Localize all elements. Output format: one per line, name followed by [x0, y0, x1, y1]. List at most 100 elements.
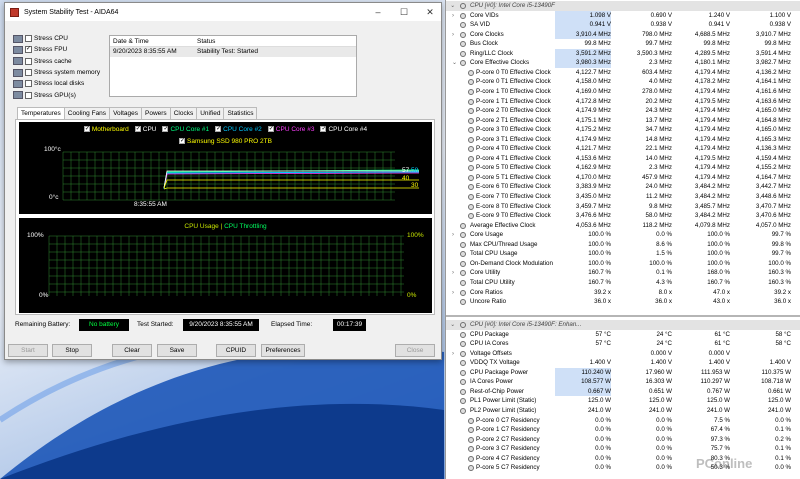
sensor-row[interactable]: Rest-of-Chip Power 0.667 W 0.651 W 0.767 W 0…: [446, 386, 800, 397]
sensor-row[interactable]: P-core 4 C7 Residency 0.0 % 0.0 % 80.3 % 0.1…: [446, 454, 800, 464]
sensor-row[interactable]: SA VID 0.941 V 0.938 V 0.941 V 0.938 V: [446, 20, 800, 30]
sensor-value-min: 0.000 V: [650, 349, 672, 357]
sensor-row[interactable]: P-core 2 T1 Effective Clock 4,175.1 MHz 13…: [446, 116, 800, 126]
sensor-row[interactable]: P-core 4 T0 Effective Clock 4,121.7 MHz 22…: [446, 144, 800, 154]
col-status-header[interactable]: Status: [194, 36, 215, 46]
stress-option[interactable]: Stress CPU: [13, 33, 100, 44]
sensor-row[interactable]: P-core 3 T0 Effective Clock 4,175.2 MHz 34…: [446, 125, 800, 135]
sensor-row[interactable]: P-core 3 T1 Effective Clock 4,174.9 MHz 14…: [446, 135, 800, 145]
tab-unified[interactable]: Unified: [196, 107, 225, 119]
sensor-row[interactable]: E-core 9 T0 Effective Clock 3,476.6 MHz 58…: [446, 211, 800, 221]
sensor-row[interactable]: E-core 7 T0 Effective Clock 3,435.0 MHz 11…: [446, 192, 800, 202]
minimize-icon[interactable]: –: [365, 3, 391, 21]
stress-option[interactable]: ✓ Stress FPU: [13, 44, 100, 55]
sensor-row[interactable]: On-Demand Clock Modulation 100.0 % 100.0 %…: [446, 259, 800, 269]
sensor-row[interactable]: › Core Clocks 3,910.4 MHz 798.0 MHz 4,688.5 …: [446, 29, 800, 40]
expand-toggle-icon[interactable]: ›: [452, 270, 454, 276]
collapse-toggle-icon[interactable]: ⌄: [450, 3, 455, 9]
stress-checkbox[interactable]: [25, 80, 32, 88]
sensor-row[interactable]: P-core 2 T0 Effective Clock 4,174.9 MHz 24…: [446, 106, 800, 116]
sensor-row[interactable]: P-core 3 C7 Residency 0.0 % 0.0 % 75.7 % 0.1…: [446, 444, 800, 454]
sensor-group-header[interactable]: ⌄ CPU [#0]: Intel Core i5-13490F: [446, 1, 800, 11]
tab-statistics[interactable]: Statistics: [223, 107, 258, 119]
close-icon[interactable]: ✕: [417, 3, 443, 21]
sensor-value-avg: 3,470.6 MHz: [755, 212, 791, 220]
tab-voltages[interactable]: Voltages: [109, 107, 142, 119]
stress-option-label: Stress GPU(s): [34, 91, 76, 99]
sensor-value-current: 3,591.2 MHz: [555, 48, 611, 59]
cpuid-button[interactable]: CPUID: [216, 344, 256, 357]
stress-checkbox[interactable]: [25, 35, 32, 43]
tab-clocks[interactable]: Clocks: [169, 107, 198, 119]
stress-checkbox[interactable]: [25, 57, 32, 65]
sensor-label: P-core 5 C7 Residency: [476, 464, 540, 472]
stress-option[interactable]: Stress GPU(s): [13, 89, 100, 100]
sensor-value-max: 100.0 %: [707, 259, 730, 267]
sensor-value-min: 22.1 MHz: [645, 145, 672, 153]
sensor-row[interactable]: › Core Utility 160.7 % 0.1 % 168.0 % 160.3 %: [446, 268, 800, 278]
preferences-button[interactable]: Preferences: [261, 344, 305, 357]
sensor-icon: [468, 69, 474, 76]
sensor-row[interactable]: P-core 1 T1 Effective Clock 4,172.8 MHz 20…: [446, 97, 800, 107]
stress-option[interactable]: Stress local disks: [13, 78, 100, 89]
log-row[interactable]: 9/20/2023 8:35:55 AM Stability Test: Sta…: [110, 47, 356, 57]
sensor-row[interactable]: › Core Ratios 39.2 x 8.0 x 47.0 x 39.2 x: [446, 288, 800, 298]
expand-toggle-icon[interactable]: ›: [452, 13, 454, 19]
sensor-row[interactable]: Max CPU/Thread Usage 100.0 % 8.6 % 100.0 % 9…: [446, 240, 800, 250]
sensor-row[interactable]: P-core 2 C7 Residency 0.0 % 0.0 % 97.3 % 0.2…: [446, 435, 800, 445]
stop-button[interactable]: Stop: [52, 344, 92, 357]
expand-toggle-icon[interactable]: ›: [452, 32, 454, 38]
sensor-row[interactable]: PL1 Power Limit (Static) 125.0 W 125.0 W 12…: [446, 396, 800, 406]
sensor-row[interactable]: › Voltage Offsets 0.000 V 0.000 V: [446, 349, 800, 359]
sensor-row[interactable]: P-core 5 T0 Effective Clock 4,162.9 MHz 2.…: [446, 163, 800, 173]
sensor-row[interactable]: P-core 1 C7 Residency 0.0 % 0.0 % 67.4 % 0.1…: [446, 425, 800, 435]
sensor-row[interactable]: P-core 0 C7 Residency 0.0 % 0.0 % 7.5 % 0.0 …: [446, 416, 800, 426]
sensor-row[interactable]: P-core 5 T1 Effective Clock 4,170.0 MHz 45…: [446, 173, 800, 183]
sensor-row[interactable]: Total CPU Utility 160.7 % 4.3 % 160.7 % 160.…: [446, 278, 800, 288]
sensor-row[interactable]: CPU Package Power 110.240 W 17.960 W 111.95…: [446, 367, 800, 378]
expand-toggle-icon[interactable]: ›: [452, 232, 454, 238]
stress-checkbox[interactable]: [25, 69, 32, 77]
stress-checkbox[interactable]: ✓: [25, 46, 32, 54]
stress-option[interactable]: Stress system memory: [13, 67, 100, 78]
sensor-group-header[interactable]: ⌄ CPU [#0]: Intel Core i5-13490F: Enhan..…: [446, 320, 800, 330]
sensor-row[interactable]: P-core 0 T1 Effective Clock 4,158.0 MHz 4.…: [446, 77, 800, 87]
tab-cooling-fans[interactable]: Cooling Fans: [63, 107, 111, 119]
maximize-icon[interactable]: ☐: [391, 3, 417, 21]
expand-toggle-icon[interactable]: ›: [452, 351, 454, 357]
expand-toggle-icon[interactable]: ›: [452, 290, 454, 296]
test-started-label: Test Started:: [137, 321, 174, 328]
stress-option[interactable]: Stress cache: [13, 56, 100, 67]
sensor-row[interactable]: E-core 8 T0 Effective Clock 3,459.7 MHz 9.…: [446, 202, 800, 212]
col-date-header[interactable]: Date & Time: [110, 36, 194, 46]
sensor-row[interactable]: › Core VIDs 1.098 V 0.690 V 1.240 V 1.100 V: [446, 10, 800, 21]
expand-toggle-icon[interactable]: ⌄: [452, 60, 457, 66]
sensor-row[interactable]: P-core 0 T0 Effective Clock 4,122.7 MHz 60…: [446, 68, 800, 78]
save-button[interactable]: Save: [157, 344, 197, 357]
sensor-row[interactable]: E-core 6 T0 Effective Clock 3,383.9 MHz 24…: [446, 182, 800, 192]
collapse-toggle-icon[interactable]: ⌄: [450, 322, 455, 328]
start-button[interactable]: Start: [8, 344, 48, 357]
sensor-row[interactable]: P-core 4 T1 Effective Clock 4,153.6 MHz 14…: [446, 154, 800, 164]
temperature-plot: [62, 151, 420, 201]
sensor-row[interactable]: P-core 5 C7 Residency 0.0 % 0.0 % 50.3 % 0.0…: [446, 463, 800, 473]
sensor-row[interactable]: Bus Clock 99.8 MHz 99.7 MHz 99.8 MHz 99.8 MH…: [446, 39, 800, 49]
sensor-row[interactable]: VDDQ TX Voltage 1.400 V 1.400 V 1.400 V 1.40…: [446, 358, 800, 368]
clear-button[interactable]: Clear: [112, 344, 152, 357]
sensor-row[interactable]: P-core 1 T0 Effective Clock 4,169.0 MHz 27…: [446, 87, 800, 97]
sensor-value-min: 11.2 MHz: [645, 193, 672, 200]
close-button[interactable]: Close: [395, 344, 435, 357]
sensor-row[interactable]: CPU Package 57 °C 24 °C 61 °C 58 °C: [446, 330, 800, 340]
sensor-row[interactable]: ⌄ Core Effective Clocks 3,980.3 MHz 2.3 MHz…: [446, 58, 800, 68]
sensor-row[interactable]: › Core Usage 100.0 % 0.0 % 100.0 % 99.7 %: [446, 230, 800, 240]
sensor-value-avg: 58 °C: [775, 340, 791, 348]
sensor-row[interactable]: CPU IA Cores 57 °C 24 °C 61 °C 58 °C: [446, 339, 800, 349]
sensor-row[interactable]: PL2 Power Limit (Static) 241.0 W 241.0 W 24…: [446, 406, 800, 416]
sensor-row[interactable]: Average Effective Clock 4,053.6 MHz 118.2 …: [446, 221, 800, 231]
sensor-row[interactable]: Total CPU Usage 100.0 % 1.5 % 100.0 % 99.7 %: [446, 249, 800, 259]
tab-powers[interactable]: Powers: [141, 107, 171, 119]
stress-checkbox[interactable]: [25, 91, 32, 99]
sensor-row[interactable]: Ring/LLC Clock 3,591.2 MHz 3,590.3 MHz 4,28…: [446, 48, 800, 59]
sensor-row[interactable]: Uncore Ratio 36.0 x 36.0 x 43.0 x 36.0 x: [446, 297, 800, 307]
sensor-row[interactable]: IA Cores Power 108.577 W 16.303 W 110.297 W…: [446, 377, 800, 387]
